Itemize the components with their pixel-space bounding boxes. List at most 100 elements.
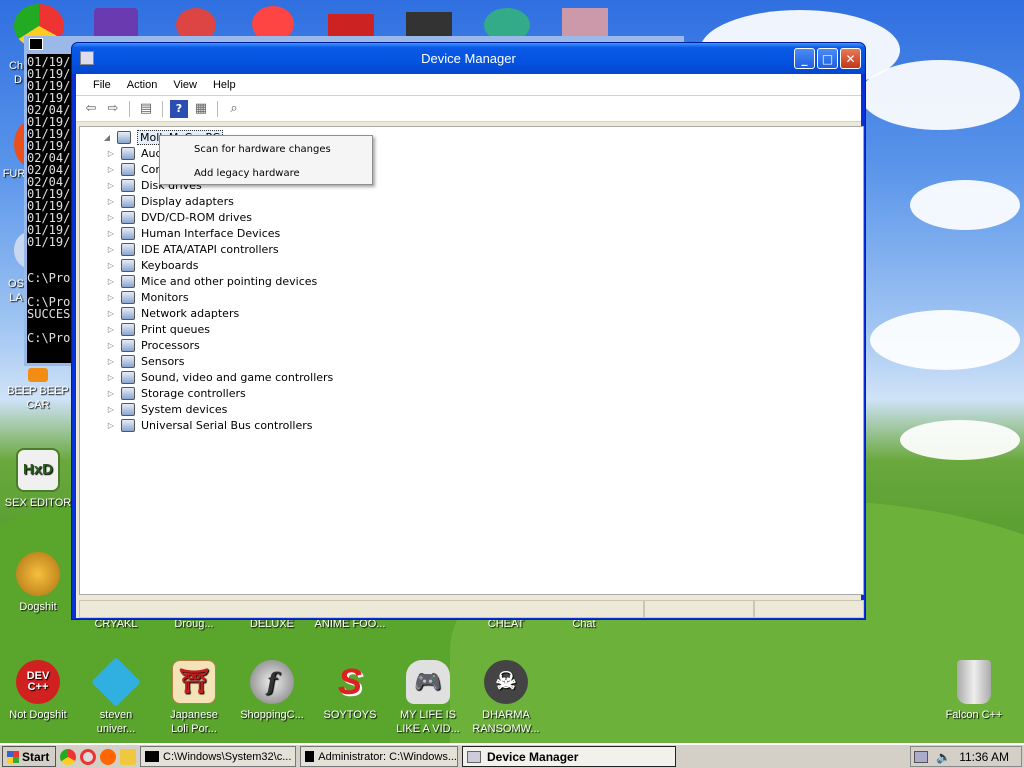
torii-icon: ⛩ (172, 660, 216, 704)
desktop-icon-dogshit[interactable]: Dogshit (0, 552, 76, 614)
show-hide-console-tree-icon[interactable]: ▤ (137, 100, 155, 118)
device-category[interactable]: ▷ Aud (106, 145, 162, 161)
expand-arrow-icon[interactable]: ▷ (106, 149, 116, 158)
expand-arrow-icon[interactable]: ▷ (106, 357, 116, 366)
expand-arrow-icon[interactable]: ▷ (106, 181, 116, 190)
expand-arrow-icon[interactable]: ▷ (106, 341, 116, 350)
desktop-icon-sex-editor[interactable]: HxD SEX EDITOR (0, 448, 76, 510)
windows-logo-icon (7, 750, 19, 763)
expand-arrow-icon[interactable]: ▷ (106, 165, 116, 174)
icon-label: Loli Por... (171, 723, 217, 735)
display-adapter-icon (121, 194, 135, 208)
folder-icon[interactable] (120, 748, 136, 765)
close-button[interactable]: ✕ (840, 48, 861, 69)
desktop-icon-dharma[interactable]: ☠ DHARMA RANSOMW... (468, 660, 544, 736)
device-category[interactable]: ▷ DVD/CD-ROM drives (106, 209, 252, 225)
toolbar-separator (129, 100, 130, 117)
icon-label: ShoppingC... (240, 709, 304, 721)
menu-item-add-legacy-hardware[interactable]: Add legacy hardware (160, 162, 372, 184)
expand-arrow-icon[interactable]: ▷ (106, 373, 116, 382)
device-manager-icon (467, 750, 481, 763)
device-category[interactable]: ▷ Sound, video and game controllers (106, 369, 333, 385)
collapse-arrow-icon[interactable]: ◢ (102, 133, 112, 142)
help-icon[interactable]: ? (170, 99, 188, 118)
network-icon[interactable] (914, 750, 929, 763)
device-category[interactable]: ▷ IDE ATA/ATAPI controllers (106, 241, 279, 257)
device-category[interactable]: ▷ Keyboards (106, 257, 198, 273)
forward-arrow-icon[interactable]: ⇨ (104, 100, 122, 118)
network-icon (121, 306, 135, 320)
category-label: Sound, video and game controllers (141, 370, 334, 384)
desktop-icon-steven[interactable]: steven univer... (78, 657, 154, 736)
task-cmd-2[interactable]: Administrator: C:\Windows... (300, 746, 458, 767)
minimize-button[interactable]: _ (794, 48, 815, 69)
desktop-icon-soytoys[interactable]: S SOYTOYS (312, 660, 388, 722)
device-category[interactable]: ▷ Display adapters (106, 193, 234, 209)
menu-item-scan-hardware[interactable]: Scan for hardware changes (160, 138, 372, 160)
icon-label: LIKE A VID... (396, 723, 460, 735)
expand-arrow-icon[interactable]: ▷ (106, 405, 116, 414)
device-category[interactable]: ▷ Universal Serial Bus controllers (106, 417, 312, 433)
icon-label: Japanese (170, 709, 218, 721)
icon-label: univer... (96, 723, 136, 735)
device-category[interactable]: ▷ System devices (106, 401, 227, 417)
device-category[interactable]: ▷ Com (106, 161, 166, 177)
expand-arrow-icon[interactable]: ▷ (106, 293, 116, 302)
expand-arrow-icon[interactable]: ▷ (106, 325, 116, 334)
system-tray: 🔈 11:36 AM (910, 746, 1022, 767)
expand-arrow-icon[interactable]: ▷ (106, 197, 116, 206)
device-manager-window[interactable]: Device Manager _ □ ✕ File Action View He… (71, 42, 866, 620)
desktop-icon-japanese[interactable]: ⛩ Japanese Loli Por... (156, 660, 232, 736)
desktop-icon-shopping[interactable]: f ShoppingC... (234, 660, 310, 722)
device-category[interactable]: ▷ Print queues (106, 321, 210, 337)
expand-arrow-icon[interactable]: ▷ (106, 277, 116, 286)
title-bar[interactable]: Device Manager _ □ ✕ (72, 43, 865, 74)
icon-label: MY LIFE IS (399, 709, 457, 721)
expand-arrow-icon[interactable]: ▷ (106, 261, 116, 270)
device-category[interactable]: ▷ Monitors (106, 289, 189, 305)
scan-hardware-icon[interactable]: ⌕ (225, 100, 243, 118)
opera-icon[interactable] (80, 748, 96, 765)
diamond-icon (91, 657, 141, 707)
properties-icon[interactable]: ▦ (192, 100, 210, 118)
desktop-icon-not-dogshit[interactable]: DEV C++ Not Dogshit (0, 660, 76, 722)
printer-icon (121, 322, 135, 336)
menu-help[interactable]: Help (206, 77, 243, 93)
device-category[interactable]: ▷ Human Interface Devices (106, 225, 280, 241)
device-category[interactable]: ▷ Mice and other pointing devices (106, 273, 317, 289)
context-menu: Scan for hardware changes Add legacy har… (159, 135, 373, 185)
expand-arrow-icon[interactable]: ▷ (106, 213, 116, 222)
start-button[interactable]: Start (2, 746, 56, 767)
firefox-icon[interactable] (100, 748, 116, 765)
volume-icon[interactable]: 🔈 (936, 750, 951, 764)
computer-icon (117, 130, 131, 144)
expand-arrow-icon[interactable]: ▷ (106, 309, 116, 318)
expand-arrow-icon[interactable]: ▷ (106, 389, 116, 398)
device-category[interactable]: ▷ Sensors (106, 353, 184, 369)
clock[interactable]: 11:36 AM (959, 750, 1009, 764)
icon-label: DHARMA (482, 709, 530, 721)
device-tree[interactable]: ◢ MollyMcCoePC ▷Aud▷Com▷Disk drives▷Disp… (79, 126, 864, 595)
category-label: Keyboards (141, 258, 199, 272)
desktop-icon-falcon[interactable]: Falcon C++ (936, 660, 1012, 722)
expand-arrow-icon[interactable]: ▷ (106, 421, 116, 430)
menu-file[interactable]: File (86, 77, 118, 93)
icon-label: CAR (26, 399, 50, 411)
device-category[interactable]: ▷ Processors (106, 337, 200, 353)
status-pane (644, 600, 754, 618)
icon-label: RANSOMW... (472, 723, 540, 735)
expand-arrow-icon[interactable]: ▷ (106, 229, 116, 238)
device-category[interactable]: ▷ Network adapters (106, 305, 239, 321)
expand-arrow-icon[interactable]: ▷ (106, 245, 116, 254)
desktop-icon-beep-beep-car[interactable]: BEEP BEEP CAR (0, 368, 76, 412)
desktop-icon-my-life[interactable]: 🎮 MY LIFE IS LIKE A VID... (390, 660, 466, 736)
menu-view[interactable]: View (166, 77, 204, 93)
chrome-icon[interactable] (60, 748, 76, 765)
status-pane (754, 600, 864, 618)
back-arrow-icon[interactable]: ⇦ (82, 100, 100, 118)
task-cmd-1[interactable]: C:\Windows\System32\c... (140, 746, 296, 767)
maximize-button[interactable]: □ (817, 48, 838, 69)
device-category[interactable]: ▷ Storage controllers (106, 385, 246, 401)
task-device-manager[interactable]: Device Manager (462, 746, 676, 767)
menu-action[interactable]: Action (120, 77, 165, 93)
